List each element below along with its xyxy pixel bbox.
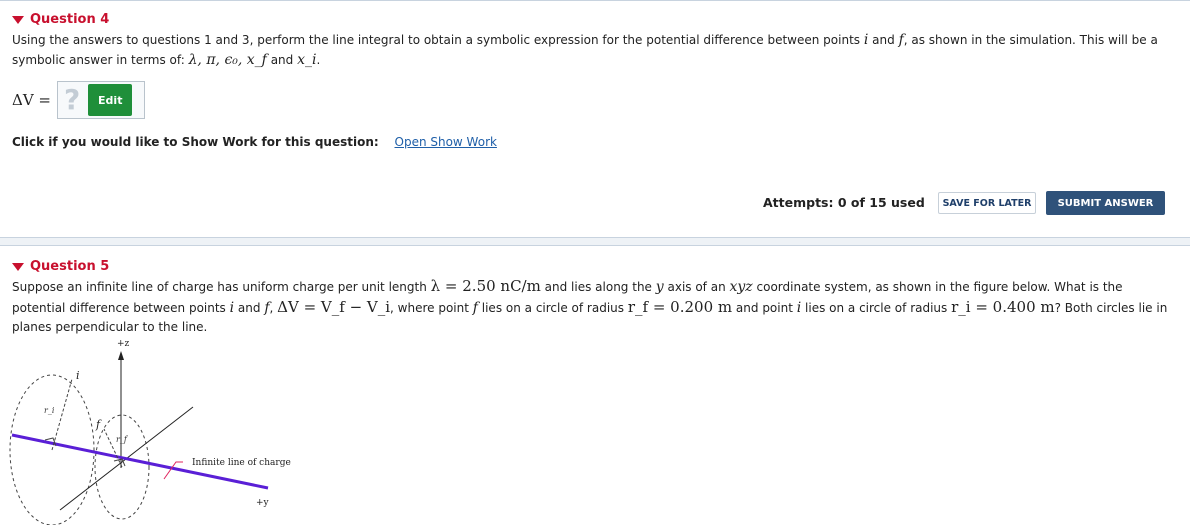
z-axis-label: +z <box>117 339 130 349</box>
radius-i-label: r_i <box>44 406 55 415</box>
question-4-panel: Question 4 Using the answers to question… <box>0 0 1190 238</box>
submit-answer-button[interactable]: SUBMIT ANSWER <box>1046 191 1165 215</box>
z-axis-arrow-icon <box>118 351 124 360</box>
rf-value: r_f = 0.200 m <box>627 297 733 316</box>
radius-f-label: r_f <box>116 435 129 444</box>
answer-row: ΔV = ? Edit <box>12 81 146 119</box>
radius-i-line <box>51 378 73 451</box>
point-f-label: f <box>95 418 102 431</box>
show-work-label: Click if you would like to Show Work for… <box>12 135 379 149</box>
answer-label: ΔV = <box>12 91 52 109</box>
question-5-panel: Question 5 Suppose an infinite line of c… <box>0 245 1190 525</box>
symbol-list: λ, π, ϵ₀, x_f <box>188 51 267 68</box>
save-for-later-button[interactable]: SAVE FOR LATER <box>938 192 1036 214</box>
question-4-header[interactable]: Question 4 <box>12 12 109 27</box>
lambda-value: λ = 2.50 nC/m <box>430 277 541 295</box>
question-mark-icon: ? <box>64 83 81 116</box>
point-i-label: i <box>76 369 80 382</box>
question-title: Question 4 <box>30 12 110 27</box>
question-title: Question 5 <box>30 259 110 274</box>
edit-button[interactable]: Edit <box>88 84 133 116</box>
question-text: Using the answers to questions 1 and 3, … <box>12 32 1158 68</box>
answer-box[interactable]: ? Edit <box>57 81 146 119</box>
collapse-triangle-icon[interactable] <box>12 15 24 24</box>
delta-v-equation: ΔV = V_f − V_i <box>277 297 391 316</box>
open-show-work-link[interactable]: Open Show Work <box>395 135 497 149</box>
question-5-header[interactable]: Question 5 <box>12 259 109 274</box>
attempts-counter: Attempts: 0 of 15 used <box>763 195 925 210</box>
line-label: Infinite line of charge <box>192 458 291 468</box>
collapse-triangle-icon[interactable] <box>12 262 24 271</box>
ri-value: r_i = 0.400 m <box>951 297 1055 316</box>
show-work-row: Click if you would like to Show Work for… <box>12 135 497 149</box>
line-of-charge-figure: +z +y i f r_i r_f Infinite line of charg… <box>9 339 291 525</box>
question-text: Suppose an infinite line of charge has u… <box>12 277 1168 334</box>
panel-separator <box>0 238 1190 245</box>
y-axis-label: +y <box>256 498 270 508</box>
